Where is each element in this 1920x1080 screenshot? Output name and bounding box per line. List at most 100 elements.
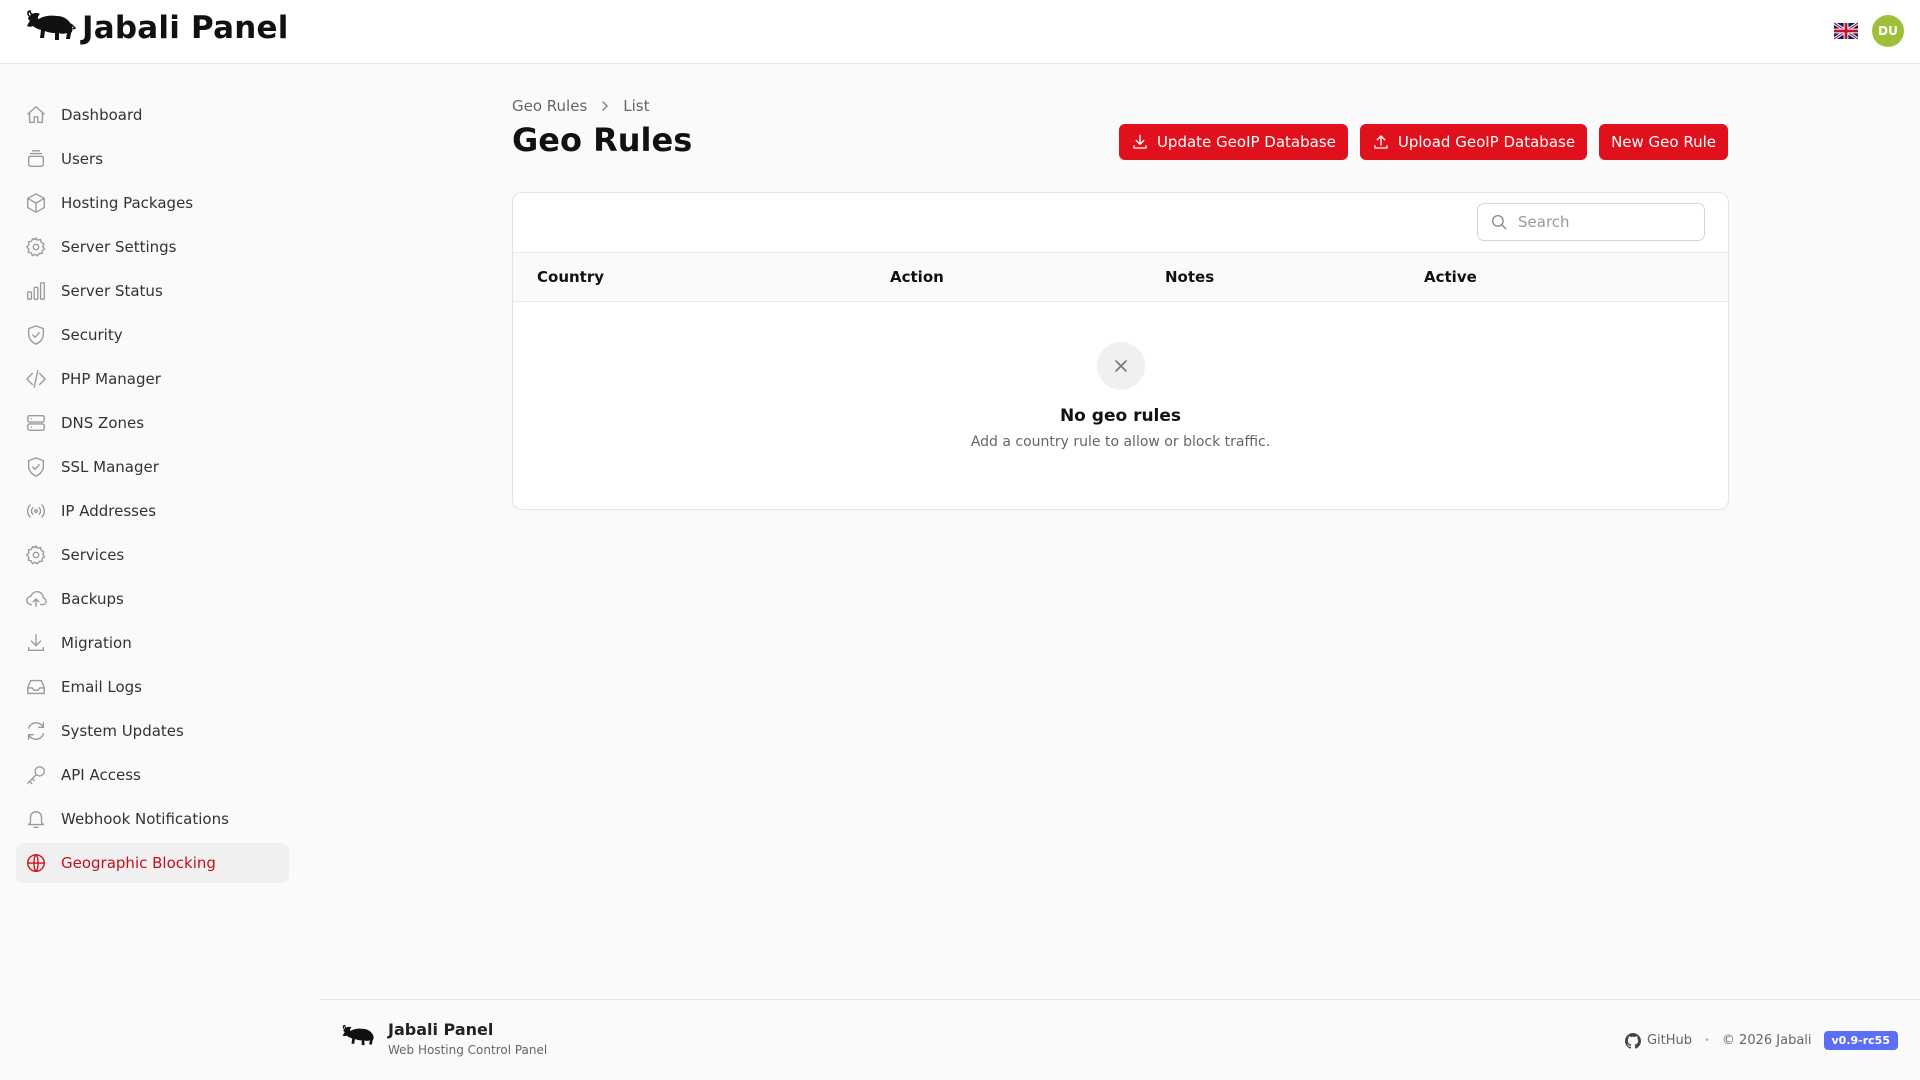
footer-separator: • (1704, 1035, 1710, 1046)
update-geoip-button[interactable]: Update GeoIP Database (1118, 124, 1348, 160)
shield-check-icon (27, 457, 45, 477)
bell-icon (27, 810, 45, 828)
column-header-active[interactable]: Active (1424, 268, 1477, 286)
breadcrumb: Geo Rules List (512, 97, 650, 115)
github-icon (1624, 1032, 1641, 1049)
page-title: Geo Rules (512, 121, 693, 159)
sidebar-item-services[interactable]: Services (16, 535, 289, 575)
sidebar-item-php-manager[interactable]: PHP Manager (16, 359, 289, 399)
cloud-upload-icon (26, 590, 47, 608)
server-icon (27, 414, 45, 432)
sidebar-item-label: Security (61, 326, 123, 344)
key-icon (27, 766, 45, 785)
sidebar-item-label: IP Addresses (61, 502, 157, 520)
sidebar: Dashboard Users Hosting Packages Server … (16, 95, 289, 887)
sidebar-item-label: Backups (61, 590, 124, 608)
sidebar-item-label: Dashboard (61, 106, 143, 124)
sidebar-item-backups[interactable]: Backups (16, 579, 289, 619)
sidebar-item-server-status[interactable]: Server Status (16, 271, 289, 311)
geo-rules-table: Country Action Notes Active No geo rules… (512, 192, 1729, 510)
chevron-right-icon (599, 100, 611, 112)
bar-chart-icon (27, 282, 45, 300)
sidebar-item-label: Geographic Blocking (61, 854, 216, 872)
sidebar-item-api-access[interactable]: API Access (16, 755, 289, 795)
sidebar-item-label: Services (61, 546, 125, 564)
code-icon (26, 370, 46, 388)
buffalo-logo-icon (26, 10, 76, 46)
footer-tagline: Web Hosting Control Panel (388, 1043, 548, 1057)
sidebar-item-security[interactable]: Security (16, 315, 289, 355)
upload-geoip-button[interactable]: Upload GeoIP Database (1359, 124, 1588, 160)
sidebar-item-label: Server Status (61, 282, 163, 300)
download-icon (1133, 134, 1147, 149)
sidebar-item-hosting-packages[interactable]: Hosting Packages (16, 183, 289, 223)
table-header: Country Action Notes Active (513, 253, 1728, 302)
breadcrumb-current: List (623, 97, 650, 115)
search-icon (1491, 214, 1507, 230)
uk-flag-icon[interactable] (1834, 22, 1858, 40)
top-bar: Jabali Panel DU (0, 0, 1920, 64)
cog-icon (26, 545, 46, 565)
sidebar-item-dashboard[interactable]: Dashboard (16, 95, 289, 135)
new-geo-rule-button[interactable]: New Geo Rule (1599, 124, 1728, 160)
sidebar-item-label: SSL Manager (61, 458, 159, 476)
sidebar-item-migration[interactable]: Migration (16, 623, 289, 663)
sidebar-item-label: Webhook Notifications (61, 810, 229, 828)
header-actions: Update GeoIP Database Upload GeoIP Datab… (1118, 124, 1728, 160)
footer-app-name: Jabali Panel (388, 1020, 494, 1039)
copyright: © 2026 Jabali (1721, 1033, 1812, 1048)
footer: Jabali Panel Web Hosting Control Panel G… (320, 999, 1920, 1080)
empty-state: No geo rules Add a country rule to allow… (513, 302, 1728, 450)
inbox-icon (27, 679, 45, 695)
cube-icon (27, 193, 45, 213)
search-box[interactable] (1477, 203, 1705, 241)
sidebar-item-webhook-notifications[interactable]: Webhook Notifications (16, 799, 289, 839)
app-title: Jabali Panel (82, 10, 289, 46)
buffalo-logo-icon (342, 1024, 376, 1054)
upload-icon (1374, 135, 1388, 149)
sidebar-item-users[interactable]: Users (16, 139, 289, 179)
avatar[interactable]: DU (1872, 15, 1904, 47)
column-header-notes[interactable]: Notes (1165, 268, 1214, 286)
github-link[interactable]: GitHub (1624, 1032, 1693, 1049)
github-label: GitHub (1646, 1033, 1693, 1048)
sidebar-item-dns-zones[interactable]: DNS Zones (16, 403, 289, 443)
sidebar-item-system-updates[interactable]: System Updates (16, 711, 289, 751)
footer-brand: Jabali Panel Web Hosting Control Panel (342, 1020, 547, 1057)
search-input[interactable] (1518, 213, 1688, 231)
version-badge: v0.9-rc55 (1823, 1031, 1898, 1050)
sidebar-item-geographic-blocking[interactable]: Geographic Blocking (16, 843, 289, 883)
new-geo-rule-label: New Geo Rule (1611, 133, 1716, 151)
table-toolbar (513, 193, 1728, 253)
footer-links: GitHub • © 2026 Jabali v0.9-rc55 (1624, 1031, 1898, 1050)
x-icon (1096, 342, 1145, 390)
home-icon (27, 106, 45, 124)
sidebar-item-label: System Updates (61, 722, 184, 740)
column-header-country[interactable]: Country (537, 268, 604, 286)
update-geoip-label: Update GeoIP Database (1156, 133, 1336, 151)
sidebar-item-label: Users (61, 150, 104, 168)
column-header-action[interactable]: Action (890, 268, 944, 286)
brand[interactable]: Jabali Panel (26, 10, 289, 46)
sidebar-item-email-logs[interactable]: Email Logs (16, 667, 289, 707)
upload-geoip-label: Upload GeoIP Database (1397, 133, 1576, 151)
sidebar-item-label: Hosting Packages (61, 194, 194, 212)
sidebar-item-ssl-manager[interactable]: SSL Manager (16, 447, 289, 487)
globe-icon (27, 854, 45, 872)
sidebar-item-label: API Access (61, 766, 141, 784)
sidebar-item-label: Email Logs (61, 678, 142, 696)
empty-state-title: No geo rules (1059, 406, 1182, 426)
top-right-controls: DU (1834, 15, 1904, 47)
gear-icon (26, 237, 46, 257)
breadcrumb-root[interactable]: Geo Rules (512, 97, 587, 115)
signal-icon (26, 504, 46, 518)
sidebar-item-label: Server Settings (61, 238, 177, 256)
sidebar-item-label: PHP Manager (61, 370, 161, 388)
sidebar-item-ip-addresses[interactable]: IP Addresses (16, 491, 289, 531)
sidebar-item-label: DNS Zones (61, 414, 145, 432)
refresh-icon (27, 722, 45, 740)
sidebar-item-server-settings[interactable]: Server Settings (16, 227, 289, 267)
shield-icon (27, 325, 45, 345)
users-icon (27, 150, 45, 168)
download-icon (27, 634, 45, 652)
